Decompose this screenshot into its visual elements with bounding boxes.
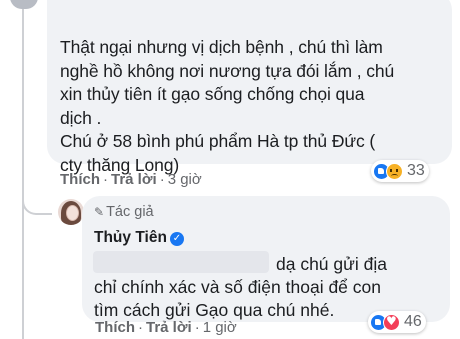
comment-text: Thật ngại nhưng vị dịch bệnh , chú thì l…	[60, 36, 445, 178]
reply-connector	[22, 185, 52, 215]
reply-line: dạ chú gửi địa	[276, 254, 387, 274]
reply-link[interactable]: Trả lời	[111, 171, 157, 188]
reply-author[interactable]: Thủy Tiên ✓	[94, 229, 184, 247]
redacted-name	[47, 0, 147, 14]
reply-actions: Thích · Trả lời · 1 giờ	[95, 319, 237, 336]
author-badge: ✎ Tác giả	[94, 204, 154, 220]
reaction-count: 46	[404, 313, 422, 330]
comment-line: nghề hồ không nơi nương tựa đói lắm , ch…	[60, 60, 395, 81]
love-icon	[383, 313, 400, 331]
comment-line: xin thủy tiên ít gạo sống chống chọi qua	[60, 84, 365, 105]
like-link[interactable]: Thích	[60, 171, 100, 188]
comment-line: dịch .	[60, 107, 102, 128]
reaction-count: 33	[407, 162, 425, 179]
reply-line: chỉ chính xác và số điện thoại để con	[94, 277, 381, 297]
sad-icon	[386, 162, 403, 180]
reply-link[interactable]: Trả lời	[146, 319, 192, 336]
commenter-avatar[interactable]	[10, 0, 38, 9]
author-name[interactable]: Thủy Tiên	[94, 229, 167, 246]
verified-icon: ✓	[169, 232, 184, 246]
reply-avatar[interactable]	[58, 199, 84, 225]
reply-reactions[interactable]: 46	[368, 311, 426, 333]
author-badge-label: Tác giả	[106, 204, 154, 220]
like-link[interactable]: Thích	[95, 319, 135, 336]
timestamp[interactable]: 3 giờ	[168, 171, 202, 188]
pencil-icon: ✎	[94, 205, 105, 219]
comment-line: Chú ở 58 bình phú phẩm Hà tp thủ Đức (	[60, 131, 376, 152]
comment-reactions[interactable]: 33	[371, 160, 429, 182]
timestamp[interactable]: 1 giờ	[203, 319, 237, 336]
comment-actions: Thích · Trả lời · 3 giờ	[60, 171, 202, 188]
thread-line	[22, 0, 24, 339]
comment-line: Thật ngại nhưng vị dịch bệnh , chú thì l…	[60, 37, 383, 57]
